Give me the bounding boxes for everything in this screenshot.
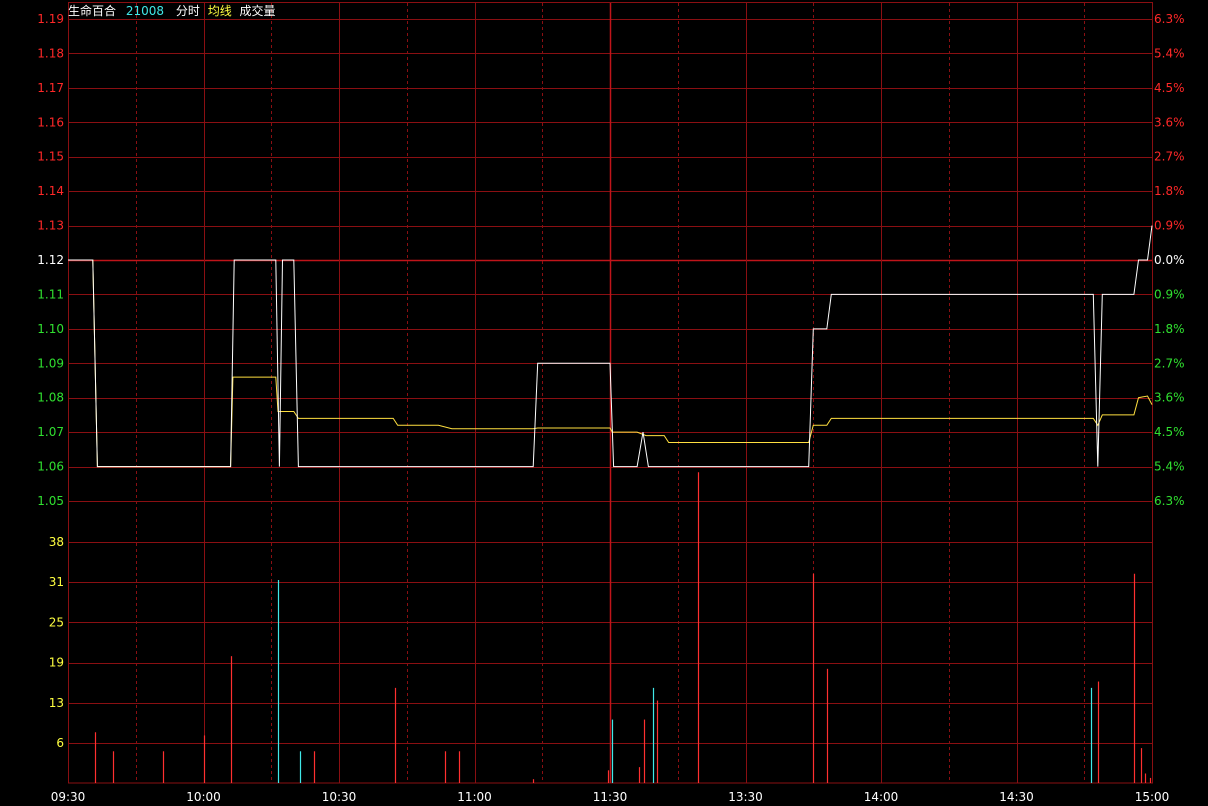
time-tick-label: 11:30: [593, 790, 628, 804]
time-tick-label: 10:30: [322, 790, 357, 804]
percent-tick-label: 0.9%: [1154, 287, 1185, 301]
price-tick-label: 1.16: [37, 115, 64, 129]
price-tick-label: 1.11: [37, 287, 64, 301]
volume-tick-label: 31: [49, 575, 64, 589]
time-tick-label: 11:00: [457, 790, 492, 804]
price-tick-label: 1.08: [37, 391, 64, 405]
percent-tick-label: 5.4%: [1154, 460, 1185, 474]
percent-tick-label: 4.5%: [1154, 81, 1185, 95]
stock-code: 21008: [126, 4, 164, 18]
price-tick-label: 1.14: [37, 184, 64, 198]
percent-tick-label: 3.6%: [1154, 115, 1185, 129]
time-axis-labels: 09:30 10:00 10:30 11:00 11:30 13:30 14:00 14:30…: [51, 790, 1170, 804]
volume-tick-label: 6: [56, 736, 64, 750]
percent-tick-label: 6.3%: [1154, 12, 1185, 26]
volume-tick-label: 13: [49, 696, 64, 710]
price-tick-label: 1.07: [37, 425, 64, 439]
price-tick-label: 1.18: [37, 46, 64, 60]
price-tick-label: 1.09: [37, 356, 64, 370]
price-tick-label: 1.06: [37, 460, 64, 474]
volume-legend-label: 成交量: [240, 3, 276, 18]
volume-tick-label: 19: [49, 656, 64, 670]
chart-mode-label: 分时: [176, 4, 200, 18]
chart-background: [0, 0, 1208, 806]
percent-tick-label: 3.6%: [1154, 391, 1185, 405]
ma-legend-label: 均线: [208, 4, 232, 18]
percent-axis-labels: 6.3% 5.4% 4.5% 3.6% 2.7% 1.8% 0.9% 0.0% 0.9% 1.8%…: [1154, 12, 1185, 508]
percent-tick-label: 0.0%: [1154, 253, 1185, 267]
price-axis-labels: 1.19 1.18 1.17 1.16 1.15 1.14 1.13 1.12 1.11 1.10…: [37, 12, 64, 508]
price-tick-label: 1.10: [37, 322, 64, 336]
price-tick-label: 1.17: [37, 81, 64, 95]
percent-tick-label: 2.7%: [1154, 356, 1185, 370]
price-tick-label: 1.05: [37, 494, 64, 508]
percent-tick-label: 1.8%: [1154, 322, 1185, 336]
price-tick-label: 1.12: [37, 253, 64, 267]
price-tick-label: 1.13: [37, 219, 64, 233]
percent-tick-label: 6.3%: [1154, 494, 1185, 508]
time-tick-label: 09:30: [51, 790, 86, 804]
intraday-chart: 1.19 1.18 1.17 1.16 1.15 1.14 1.13 1.12 1.11 1.10…: [0, 0, 1208, 806]
percent-tick-label: 5.4%: [1154, 46, 1185, 60]
volume-tick-label: 25: [49, 615, 64, 629]
time-tick-label: 15:00: [1135, 790, 1170, 804]
price-tick-label: 1.15: [37, 150, 64, 164]
time-tick-label: 13:30: [728, 790, 763, 804]
price-tick-label: 1.19: [37, 12, 64, 26]
volume-tick-label: 38: [49, 535, 64, 549]
time-tick-label: 10:00: [186, 790, 221, 804]
percent-tick-label: 4.5%: [1154, 425, 1185, 439]
time-tick-label: 14:00: [864, 790, 899, 804]
time-tick-label: 14:30: [999, 790, 1034, 804]
percent-tick-label: 1.8%: [1154, 184, 1185, 198]
stock-name: 生命百合: [68, 3, 116, 18]
percent-tick-label: 0.9%: [1154, 219, 1185, 233]
percent-tick-label: 2.7%: [1154, 150, 1185, 164]
